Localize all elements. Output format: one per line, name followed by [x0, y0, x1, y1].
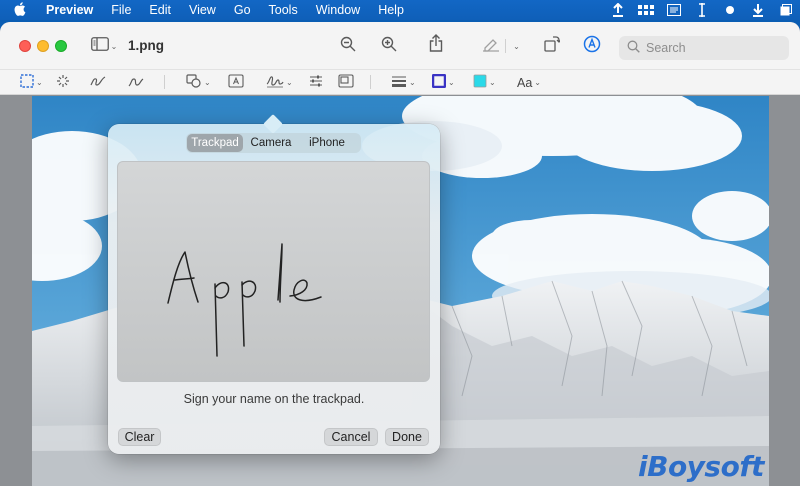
menu-help[interactable]: Help: [369, 3, 413, 17]
grid-icon[interactable]: [632, 5, 660, 15]
search-icon: [627, 40, 640, 56]
close-button[interactable]: [19, 40, 31, 52]
shapes-icon: [186, 74, 202, 91]
search-placeholder: Search: [646, 41, 686, 55]
draw-tool[interactable]: [128, 73, 144, 92]
title-bar: ⌄ 1.png ⌄ Search: [0, 22, 800, 70]
copy-icon[interactable]: [772, 4, 800, 16]
text-style-tool[interactable]: Aa ⌄: [517, 73, 541, 92]
chevron-down-icon: ⌄: [36, 78, 43, 87]
adjust-color-icon: [309, 74, 323, 91]
highlight-button[interactable]: ⌄: [478, 36, 524, 56]
instruction-text: Sign your name on the trackpad.: [183, 392, 365, 406]
line-style-icon: [391, 74, 407, 91]
adjust-color-tool[interactable]: [309, 73, 323, 92]
chevron-down-icon: ⌄: [513, 41, 520, 51]
menu-go[interactable]: Go: [225, 3, 260, 17]
dot-icon[interactable]: [716, 5, 744, 15]
minimize-button[interactable]: [37, 40, 49, 52]
search-field[interactable]: Search: [619, 36, 789, 60]
markup-icon: [583, 35, 601, 58]
chevron-down-icon: ⌄: [110, 41, 118, 51]
menu-tools[interactable]: Tools: [260, 3, 307, 17]
markup-toolbar: ⌄ ⌄ ⌄ ⌄ ⌄ ⌄ Aa ⌄: [0, 70, 800, 95]
download-icon[interactable]: [744, 3, 772, 17]
apple-menu-icon[interactable]: [0, 1, 40, 19]
sidebar-icon: [90, 36, 109, 56]
draw-icon: [128, 74, 144, 91]
signature-pad[interactable]: [117, 161, 430, 382]
share-button[interactable]: [426, 33, 446, 57]
cursor-icon[interactable]: [688, 3, 716, 17]
adjust-size-tool[interactable]: [338, 73, 354, 92]
signature-source-tabs: Trackpad Camera iPhone: [186, 133, 361, 153]
fullscreen-button[interactable]: [55, 40, 67, 52]
divider: [370, 75, 371, 89]
rect-select-icon: [20, 74, 34, 91]
instant-alpha-tool[interactable]: [56, 73, 70, 92]
sketch-tool[interactable]: [90, 73, 106, 92]
border-color-icon: [431, 73, 447, 91]
notes-icon[interactable]: [660, 4, 688, 16]
menu-edit[interactable]: Edit: [140, 3, 180, 17]
share-icon: [429, 33, 443, 57]
chevron-down-icon: ⌄: [489, 78, 496, 87]
signature-popover: Trackpad Camera iPhone Sign your name on…: [108, 114, 440, 454]
clear-button[interactable]: Clear: [118, 428, 161, 446]
chevron-down-icon: ⌄: [448, 78, 455, 87]
shapes-tool[interactable]: ⌄: [186, 73, 211, 92]
fill-color-tool[interactable]: ⌄: [473, 73, 496, 92]
tab-iphone[interactable]: iPhone: [299, 134, 355, 152]
rotate-button[interactable]: [542, 35, 562, 57]
zoom-in-icon: [381, 36, 397, 57]
right-gutter: [769, 96, 800, 486]
line-style-tool[interactable]: ⌄: [391, 73, 416, 92]
menu-app-name[interactable]: Preview: [40, 3, 102, 17]
chevron-down-icon: ⌄: [286, 78, 293, 87]
instant-alpha-icon: [56, 74, 70, 91]
upload-icon[interactable]: [604, 3, 632, 17]
border-color-tool[interactable]: ⌄: [431, 73, 455, 92]
chevron-down-icon: ⌄: [409, 78, 416, 87]
fill-color-icon: [473, 74, 487, 91]
chevron-down-icon: ⌄: [534, 78, 541, 87]
menu-window[interactable]: Window: [307, 3, 369, 17]
tab-camera[interactable]: Camera: [245, 134, 297, 152]
divider: [505, 39, 507, 53]
sketch-icon: [90, 74, 106, 91]
rotate-icon: [544, 35, 562, 57]
chevron-down-icon: ⌄: [204, 78, 211, 87]
divider: [164, 75, 165, 89]
left-gutter: [0, 96, 32, 486]
zoom-out-button[interactable]: [338, 36, 358, 56]
menu-bar: Preview File Edit View Go Tools Window H…: [0, 0, 800, 20]
preview-window: ⌄ 1.png ⌄ Search ⌄ ⌄ ⌄ ⌄ ⌄ ⌄ Aa ⌄ Trackp…: [0, 22, 800, 486]
sign-tool[interactable]: ⌄: [266, 73, 293, 92]
text-icon: [228, 74, 244, 91]
done-button[interactable]: Done: [385, 428, 429, 446]
cancel-button[interactable]: Cancel: [324, 428, 378, 446]
tab-trackpad[interactable]: Trackpad: [187, 134, 243, 152]
zoom-in-button[interactable]: [379, 36, 399, 56]
menu-view[interactable]: View: [180, 3, 225, 17]
handwritten-signature: [167, 243, 322, 357]
markup-toolbar-button[interactable]: [582, 35, 602, 58]
text-style-label: Aa: [517, 75, 533, 90]
sign-icon: [266, 74, 284, 91]
zoom-out-icon: [340, 36, 356, 57]
watermark-logo: iBoysoft: [638, 450, 764, 483]
highlight-icon: [482, 36, 500, 57]
adjust-size-icon: [338, 74, 354, 91]
rect-select-tool[interactable]: ⌄: [20, 73, 43, 92]
menu-file[interactable]: File: [102, 3, 140, 17]
sidebar-toggle-button[interactable]: ⌄: [88, 36, 120, 56]
status-area: [604, 0, 800, 20]
text-tool[interactable]: [228, 73, 244, 92]
document-title: 1.png: [128, 38, 164, 53]
